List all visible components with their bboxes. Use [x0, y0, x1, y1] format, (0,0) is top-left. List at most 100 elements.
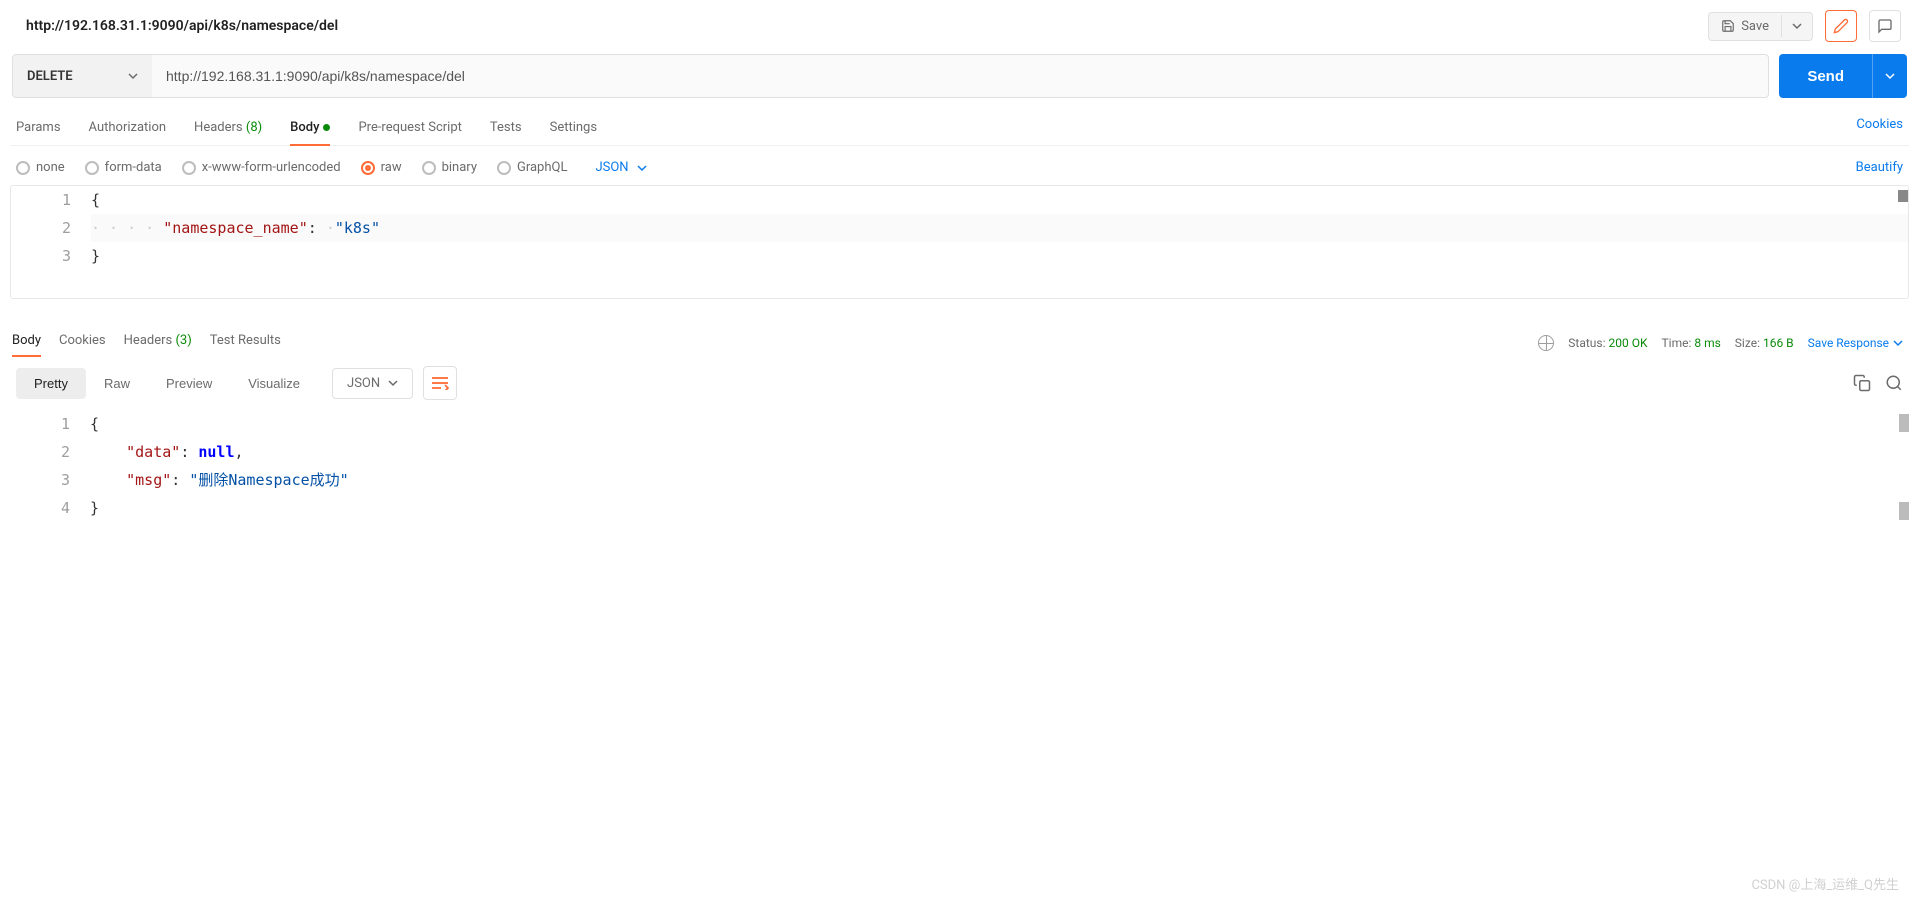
save-group: Save — [1708, 12, 1813, 41]
modified-dot-icon — [323, 124, 330, 131]
beautify-link[interactable]: Beautify — [1856, 160, 1903, 175]
request-body-editor[interactable]: 1 { 2 · · · · "namespace_name": ·"k8s" 3… — [10, 185, 1909, 299]
title-bar: http://192.168.31.1:9090/api/k8s/namespa… — [10, 0, 1909, 54]
body-type-binary[interactable]: binary — [422, 160, 477, 175]
line-number: 1 — [11, 186, 91, 214]
time-value: 8 ms — [1694, 336, 1720, 350]
cookies-link[interactable]: Cookies — [1856, 117, 1903, 142]
comment-button[interactable] — [1869, 10, 1901, 42]
pencil-icon — [1833, 18, 1849, 34]
tab-headers-label: Headers — [194, 120, 243, 135]
tab-tests[interactable]: Tests — [490, 114, 522, 145]
send-button[interactable]: Send — [1779, 54, 1872, 98]
save-label: Save — [1741, 19, 1769, 34]
body-type-row: none form-data x-www-form-urlencoded raw… — [10, 146, 1909, 185]
body-type-raw[interactable]: raw — [361, 160, 402, 175]
tab-body-label: Body — [290, 120, 319, 135]
tab-authorization[interactable]: Authorization — [89, 114, 167, 145]
request-title: http://192.168.31.1:9090/api/k8s/namespa… — [26, 18, 338, 34]
scrollbar[interactable] — [1899, 502, 1909, 520]
chevron-down-icon — [128, 71, 138, 81]
line-number: 3 — [10, 466, 90, 494]
json-key: "data" — [126, 443, 180, 461]
line-number: 3 — [11, 242, 91, 270]
response-toolbar: Pretty Raw Preview Visualize JSON — [10, 356, 1909, 410]
copy-icon[interactable] — [1853, 374, 1871, 392]
tab-headers[interactable]: Headers (8) — [194, 114, 262, 145]
url-input[interactable] — [166, 68, 1754, 84]
save-icon — [1721, 19, 1735, 33]
line-number: 1 — [10, 410, 90, 438]
body-type-formdata[interactable]: form-data — [85, 160, 162, 175]
line-number: 2 — [10, 438, 90, 466]
chevron-down-icon — [1792, 21, 1802, 31]
tab-headers-count: (8) — [246, 120, 262, 135]
json-string: "删除Namespace成功" — [189, 471, 348, 489]
globe-icon[interactable] — [1538, 335, 1554, 351]
request-tabs: Params Authorization Headers (8) Body Pr… — [10, 98, 1909, 146]
line-number: 4 — [10, 494, 90, 522]
radio-icon — [422, 161, 436, 175]
resp-tab-tests[interactable]: Test Results — [210, 329, 281, 356]
url-row: DELETE Send — [10, 54, 1909, 98]
view-raw[interactable]: Raw — [86, 368, 148, 399]
wrap-icon — [431, 376, 449, 390]
resp-headers-count: (3) — [175, 333, 191, 348]
brace-close: } — [91, 247, 100, 265]
scrollbar[interactable] — [1898, 190, 1908, 202]
view-pretty[interactable]: Pretty — [16, 368, 86, 399]
body-type-graphql[interactable]: GraphQL — [497, 160, 567, 175]
radio-icon — [85, 161, 99, 175]
save-response-button[interactable]: Save Response — [1808, 336, 1903, 350]
title-actions: Save — [1708, 10, 1901, 42]
resp-tab-headers[interactable]: Headers (3) — [124, 329, 192, 356]
http-method-value: DELETE — [27, 69, 73, 84]
body-type-none[interactable]: none — [16, 160, 65, 175]
tab-body[interactable]: Body — [290, 114, 330, 145]
response-meta: Status: 200 OK Time: 8 ms Size: 166 B Sa… — [1538, 335, 1903, 351]
chevron-down-icon — [1885, 71, 1895, 81]
http-method-select[interactable]: DELETE — [12, 54, 152, 98]
chevron-down-icon — [388, 378, 398, 388]
brace-open: { — [91, 191, 100, 209]
line-number: 2 — [11, 214, 91, 242]
send-options-button[interactable] — [1872, 54, 1907, 98]
body-type-urlencoded[interactable]: x-www-form-urlencoded — [182, 160, 341, 175]
chevron-down-icon — [637, 163, 647, 173]
view-mode-group: Pretty Raw Preview Visualize — [16, 368, 318, 399]
radio-icon — [497, 161, 511, 175]
tab-settings[interactable]: Settings — [550, 114, 597, 145]
response-tabs: Body Cookies Headers (3) Test Results — [12, 329, 281, 356]
tab-params[interactable]: Params — [16, 114, 61, 145]
radio-icon — [16, 161, 30, 175]
response-header: Body Cookies Headers (3) Test Results St… — [10, 311, 1909, 356]
response-format-select[interactable]: JSON — [332, 368, 413, 399]
json-null: null — [198, 443, 234, 461]
size-value: 166 B — [1763, 336, 1794, 350]
tab-prerequest[interactable]: Pre-request Script — [358, 114, 461, 145]
body-format-select[interactable]: JSON — [595, 160, 646, 175]
response-body-viewer[interactable]: 1 { 2 "data": null, 3 "msg": "删除Namespac… — [10, 410, 1909, 522]
status-value: 200 OK — [1609, 336, 1648, 350]
url-input-wrapper — [152, 54, 1769, 98]
view-preview[interactable]: Preview — [148, 368, 230, 399]
view-visualize[interactable]: Visualize — [230, 368, 318, 399]
radio-icon — [182, 161, 196, 175]
json-key: "namespace_name" — [163, 219, 308, 237]
response-tools — [1853, 374, 1903, 392]
search-icon[interactable] — [1885, 374, 1903, 392]
resp-tab-cookies[interactable]: Cookies — [59, 329, 106, 356]
body-type-list: none form-data x-www-form-urlencoded raw… — [16, 160, 647, 175]
save-button[interactable]: Save — [1709, 13, 1781, 40]
whitespace-dots: · · · · — [91, 219, 163, 237]
json-value: "k8s" — [335, 219, 380, 237]
wrap-lines-button[interactable] — [423, 366, 457, 400]
chevron-down-icon — [1893, 338, 1903, 348]
scrollbar[interactable] — [1899, 414, 1909, 432]
resp-tab-body[interactable]: Body — [12, 329, 41, 356]
radio-checked-icon — [361, 161, 375, 175]
edit-button[interactable] — [1825, 10, 1857, 42]
save-options-button[interactable] — [1781, 15, 1812, 37]
send-group: Send — [1779, 54, 1907, 98]
comment-icon — [1877, 18, 1893, 34]
